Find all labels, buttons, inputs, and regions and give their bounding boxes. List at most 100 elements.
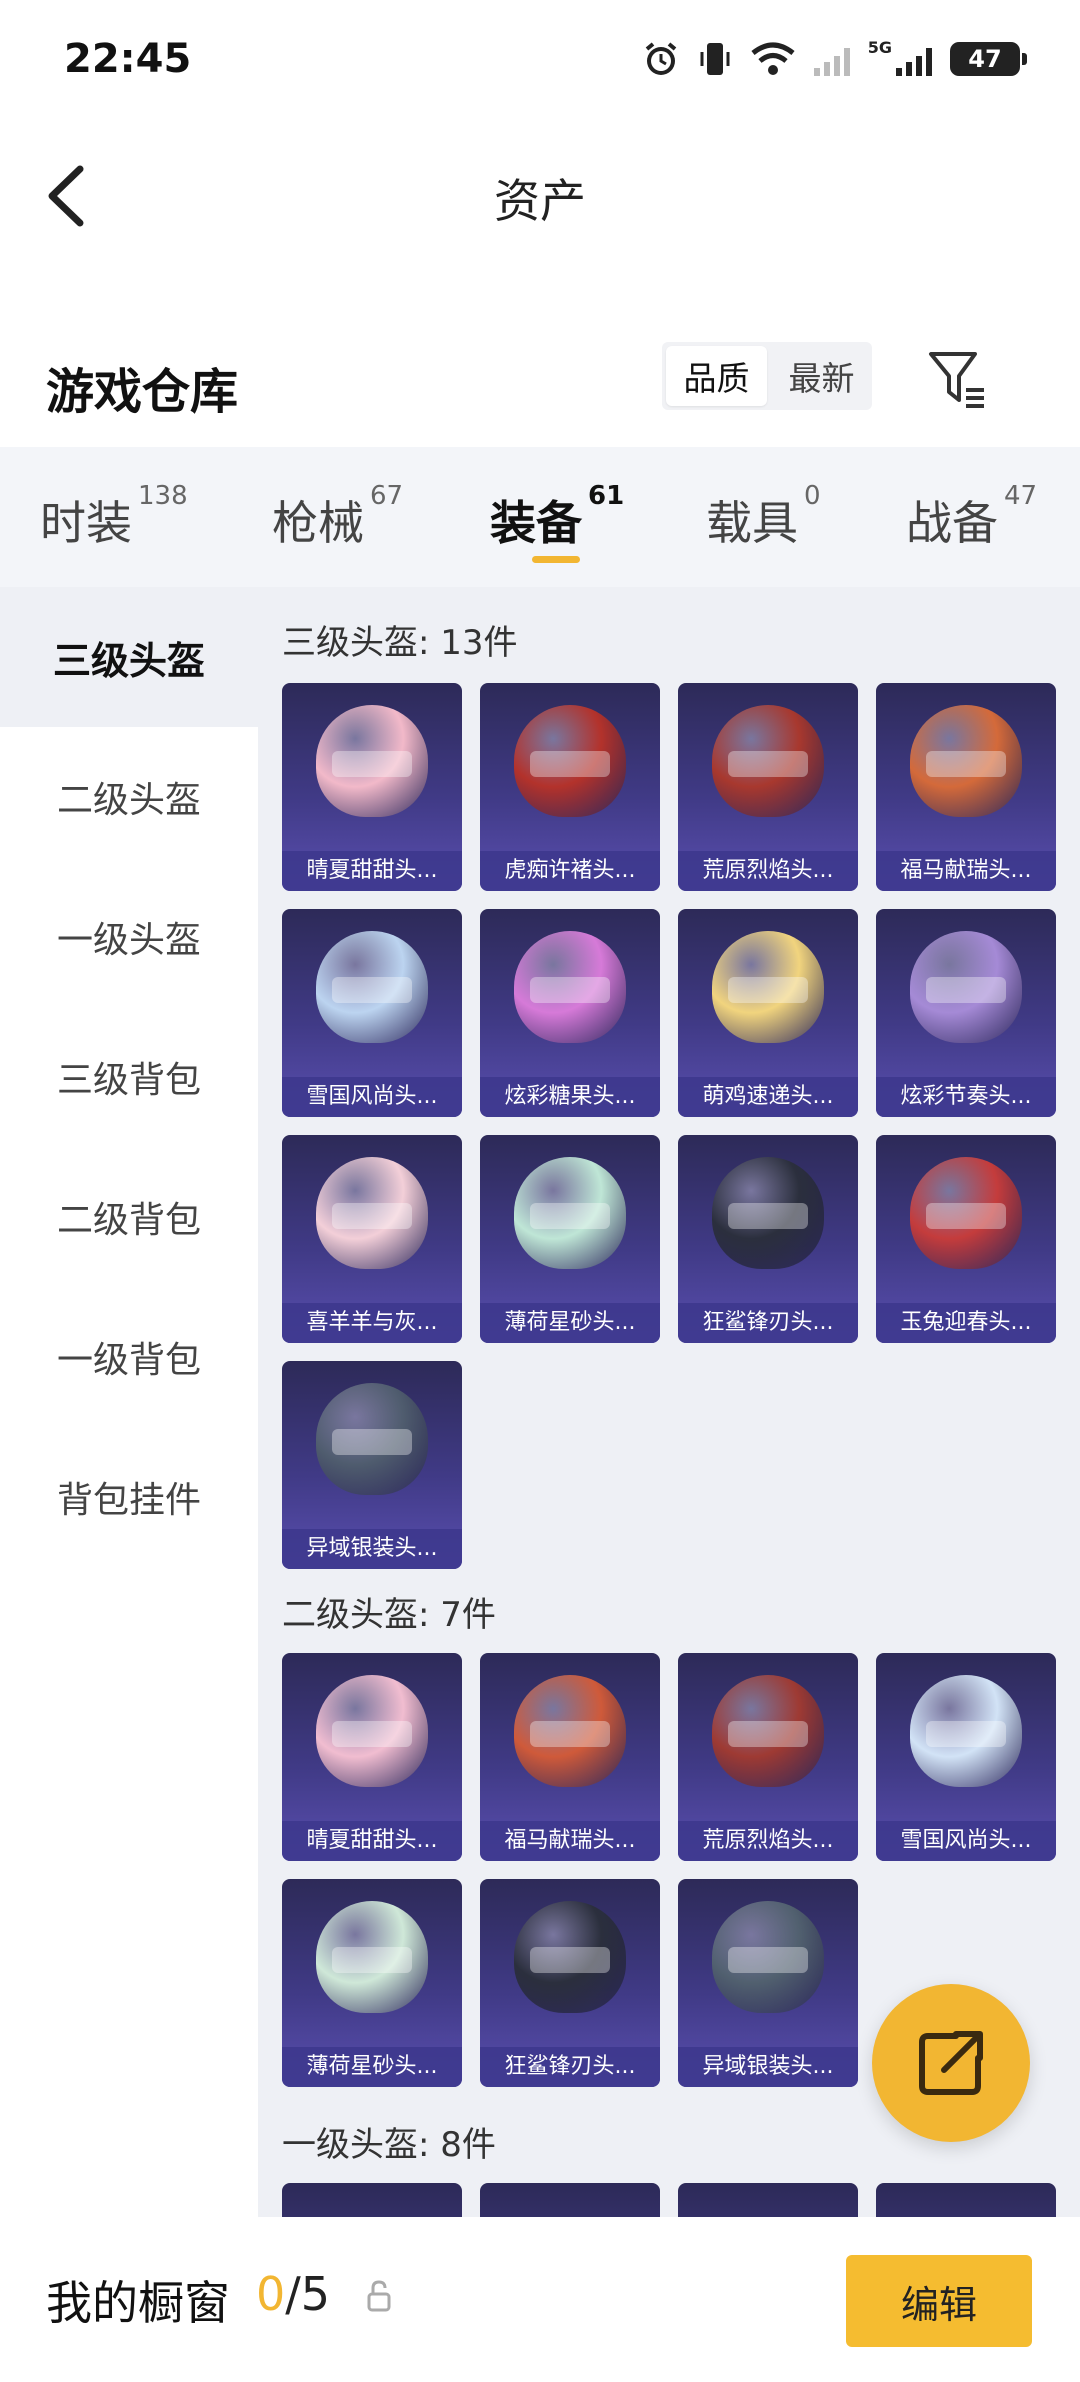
helmet-visor xyxy=(728,1203,808,1229)
tab-fashion[interactable]: 时装 138 xyxy=(40,481,188,553)
item-card[interactable] xyxy=(282,2183,462,2217)
item-card[interactable]: 炫彩节奏头... xyxy=(876,909,1056,1117)
showcase-count: 0/5 xyxy=(256,2267,330,2321)
page-title: 资产 xyxy=(494,174,586,228)
signal-bars-sim1-icon xyxy=(813,42,850,76)
sidebar-item-level3-backpack[interactable]: 三级背包 xyxy=(0,1007,258,1147)
item-card[interactable]: 炫彩糖果头... xyxy=(480,909,660,1117)
warehouse-header: 游戏仓库 品质 最新 xyxy=(0,330,1080,430)
item-card[interactable]: 荒原烈焰头... xyxy=(678,683,858,891)
item-card[interactable]: 雪国风尚头... xyxy=(876,1653,1056,1861)
helmet-visor xyxy=(332,1429,412,1455)
item-card[interactable]: 雪国风尚头... xyxy=(282,909,462,1117)
helmet-visor xyxy=(530,751,610,777)
sidebar-item-level3-helmet[interactable]: 三级头盔 xyxy=(0,587,258,727)
item-card[interactable] xyxy=(480,2183,660,2217)
tab-guns[interactable]: 枪械 67 xyxy=(272,481,403,553)
item-name: 福马献瑞头... xyxy=(480,1821,660,1861)
item-name: 虎痴许褚头... xyxy=(480,851,660,891)
item-card[interactable]: 喜羊羊与灰... xyxy=(282,1135,462,1343)
edit-button[interactable]: 编辑 xyxy=(846,2255,1032,2347)
helmet-visor xyxy=(728,1721,808,1747)
battery-icon: 47 xyxy=(950,42,1027,76)
helmet-visor xyxy=(332,751,412,777)
helmet-visor xyxy=(332,1203,412,1229)
item-name: 玉兔迎春头... xyxy=(876,1303,1056,1343)
showcase-count-total: /5 xyxy=(285,2267,331,2321)
item-card[interactable]: 玉兔迎春头... xyxy=(876,1135,1056,1343)
item-card[interactable]: 虎痴许褚头... xyxy=(480,683,660,891)
sidebar-item-level1-backpack[interactable]: 一级背包 xyxy=(0,1287,258,1427)
helmet-visor xyxy=(530,1947,610,1973)
item-card[interactable]: 薄荷星砂头... xyxy=(282,1879,462,2087)
helmet-visor xyxy=(530,1203,610,1229)
lock-icon xyxy=(367,2280,391,2312)
status-bar: 22:45 5G 47 xyxy=(0,0,1080,125)
wifi-icon xyxy=(751,42,795,75)
sort-quality-option[interactable]: 品质 xyxy=(666,346,767,406)
item-name: 异域银装头... xyxy=(282,1529,462,1569)
helmet-visor xyxy=(530,1721,610,1747)
share-external-icon xyxy=(919,2031,983,2095)
item-card[interactable]: 狂鲨锋刃头... xyxy=(480,1879,660,2087)
item-card[interactable]: 薄荷星砂头... xyxy=(480,1135,660,1343)
status-icons: 5G 47 xyxy=(642,37,1027,78)
tab-vehicles[interactable]: 载具 0 xyxy=(706,481,821,553)
tab-count: 138 xyxy=(138,481,188,511)
sort-newest-option[interactable]: 最新 xyxy=(771,342,872,410)
filter-icon[interactable] xyxy=(926,348,988,410)
tab-label: 时装 xyxy=(40,496,132,550)
showcase-count-current: 0 xyxy=(256,2267,286,2321)
item-card[interactable]: 晴夏甜甜头... xyxy=(282,683,462,891)
item-name: 荒原烈焰头... xyxy=(678,851,858,891)
showcase-title: 我的橱窗 xyxy=(46,2276,230,2330)
item-card[interactable]: 晴夏甜甜头... xyxy=(282,1653,462,1861)
item-card[interactable] xyxy=(876,2183,1056,2217)
section-title: 一级头盔: 8件 xyxy=(282,2125,496,2165)
item-name: 萌鸡速递头... xyxy=(678,1077,858,1117)
tab-combat-supplies[interactable]: 战备 47 xyxy=(906,481,1037,553)
item-card[interactable]: 异域银装头... xyxy=(678,1879,858,2087)
tab-equipment[interactable]: 装备 61 xyxy=(490,481,624,553)
category-tabs: 时装 138 枪械 67 装备 61 载具 0 战备 47 xyxy=(0,447,1080,587)
network-type: 5G xyxy=(867,37,892,57)
item-name: 荒原烈焰头... xyxy=(678,1821,858,1861)
item-grid-area[interactable]: 三级头盔: 13件 二级头盔: 7件 一级头盔: 8件 晴夏甜甜头... 虎痴许褚… xyxy=(258,587,1080,2217)
item-card[interactable]: 萌鸡速递头... xyxy=(678,909,858,1117)
sidebar-item-level1-helmet[interactable]: 一级头盔 xyxy=(0,867,258,1007)
sort-toggle: 品质 最新 xyxy=(662,342,872,410)
item-name: 晴夏甜甜头... xyxy=(282,851,462,891)
item-card[interactable] xyxy=(678,2183,858,2217)
item-name: 狂鲨锋刃头... xyxy=(678,1303,858,1343)
battery-level: 47 xyxy=(968,45,1002,73)
helmet-visor xyxy=(728,751,808,777)
item-name: 晴夏甜甜头... xyxy=(282,1821,462,1861)
title-bar: 资产 xyxy=(0,125,1080,255)
helmet-visor xyxy=(926,1721,1006,1747)
tab-label: 枪械 xyxy=(272,496,364,550)
share-button[interactable] xyxy=(872,1984,1030,2142)
helmet-visor xyxy=(926,1203,1006,1229)
helmet-visor xyxy=(332,977,412,1003)
tab-label: 装备 xyxy=(490,496,582,550)
helmet-visor xyxy=(926,751,1006,777)
status-time: 22:45 xyxy=(64,36,192,82)
item-name: 雪国风尚头... xyxy=(876,1821,1056,1861)
item-card[interactable]: 荒原烈焰头... xyxy=(678,1653,858,1861)
item-card[interactable]: 福马献瑞头... xyxy=(876,683,1056,891)
item-name: 喜羊羊与灰... xyxy=(282,1303,462,1343)
sidebar-item-backpack-charm[interactable]: 背包挂件 xyxy=(0,1427,258,1567)
helmet-visor xyxy=(332,1721,412,1747)
item-name: 雪国风尚头... xyxy=(282,1077,462,1117)
sidebar-item-level2-helmet[interactable]: 二级头盔 xyxy=(0,727,258,867)
sidebar: 三级头盔 二级头盔 一级头盔 三级背包 二级背包 一级背包 背包挂件 xyxy=(0,587,258,2217)
item-card[interactable]: 福马献瑞头... xyxy=(480,1653,660,1861)
helmet-visor xyxy=(728,1947,808,1973)
item-card[interactable]: 狂鲨锋刃头... xyxy=(678,1135,858,1343)
item-card[interactable]: 异域银装头... xyxy=(282,1361,462,1569)
sidebar-item-level2-backpack[interactable]: 二级背包 xyxy=(0,1147,258,1287)
warehouse-title: 游戏仓库 xyxy=(46,364,239,420)
item-name: 狂鲨锋刃头... xyxy=(480,2047,660,2087)
active-tab-indicator xyxy=(532,556,580,563)
tab-count: 67 xyxy=(370,481,404,511)
